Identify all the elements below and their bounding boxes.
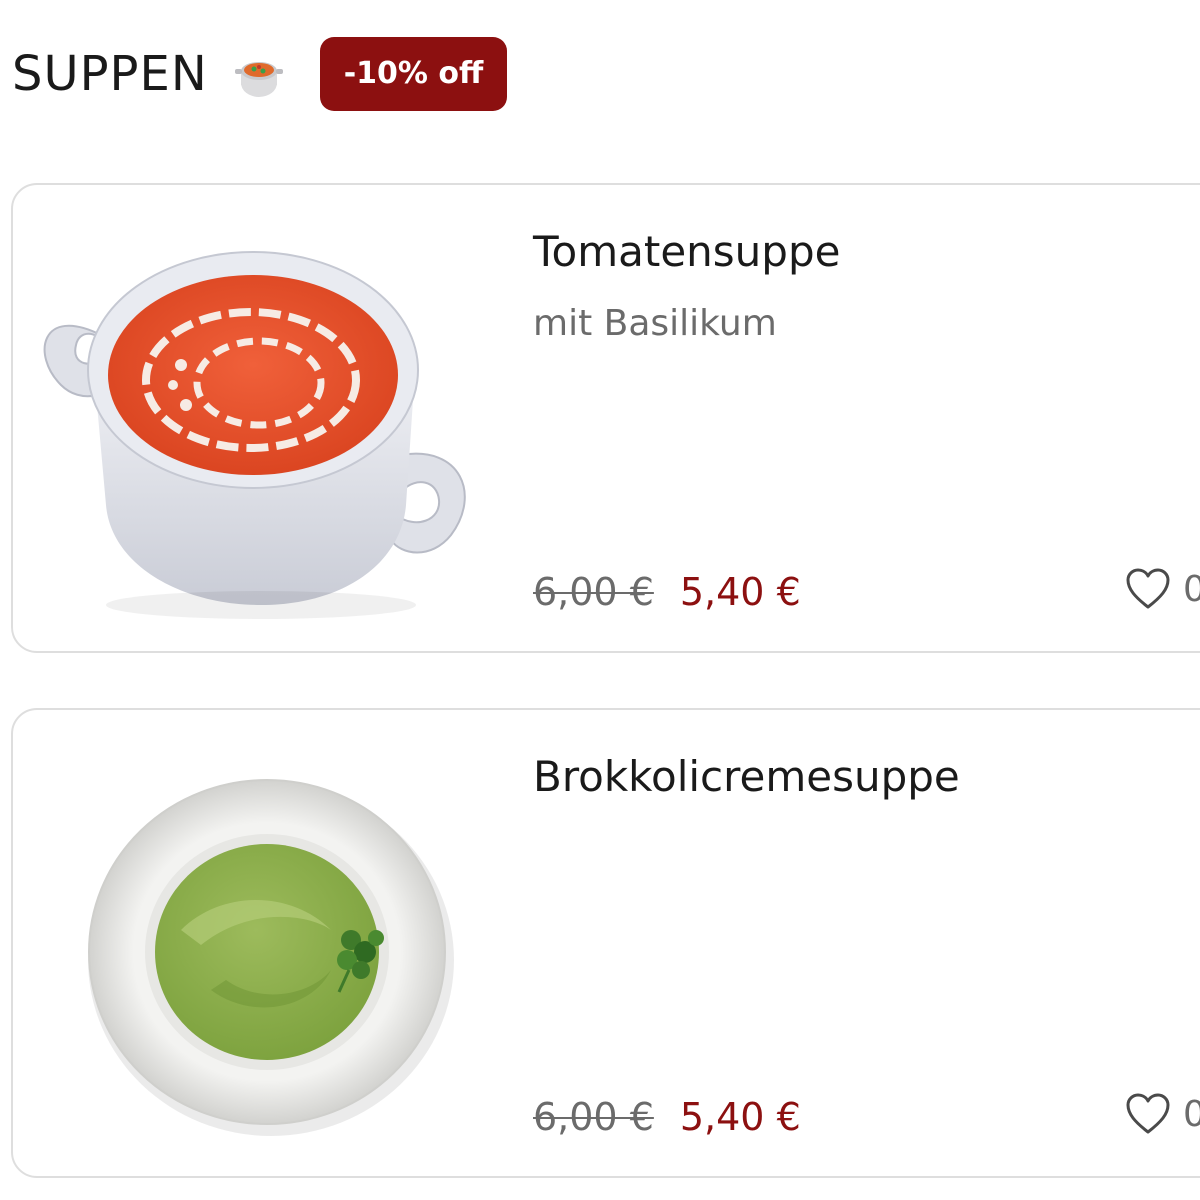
- product-description: mit Basilikum: [533, 303, 777, 344]
- discount-badge: -10% off: [319, 37, 508, 111]
- heart-icon[interactable]: [1125, 1092, 1171, 1136]
- heart-icon[interactable]: [1125, 567, 1171, 611]
- discounted-price: 5,40 €: [679, 1095, 801, 1139]
- section-header: SUPPEN -10% off: [12, 36, 508, 112]
- section-title: SUPPEN: [12, 46, 208, 102]
- price-row: 6,00 € 5,40 €: [533, 1095, 801, 1139]
- price-row: 6,00 € 5,40 €: [533, 570, 801, 614]
- favorite-button[interactable]: 0: [1125, 567, 1200, 611]
- original-price: 6,00 €: [533, 1095, 654, 1139]
- favorite-button[interactable]: 0: [1125, 1092, 1200, 1136]
- soup-pot-icon: [232, 47, 286, 101]
- product-name: Brokkolicremesuppe: [533, 752, 960, 801]
- broccoli-soup-image: [31, 730, 491, 1160]
- favorite-count: 0: [1183, 568, 1200, 610]
- tomato-soup-image: [31, 205, 491, 635]
- product-name: Tomatensuppe: [533, 227, 841, 276]
- discounted-price: 5,40 €: [679, 570, 801, 614]
- menu-page: SUPPEN -10% off Tomatensuppe mit Basilik…: [0, 0, 1200, 1200]
- favorite-count: 0: [1183, 1093, 1200, 1135]
- original-price: 6,00 €: [533, 570, 654, 614]
- product-card-brokkolicremesuppe[interactable]: Brokkolicremesuppe 6,00 € 5,40 € 0: [11, 708, 1200, 1178]
- product-card-tomatensuppe[interactable]: Tomatensuppe mit Basilikum 6,00 € 5,40 €…: [11, 183, 1200, 653]
